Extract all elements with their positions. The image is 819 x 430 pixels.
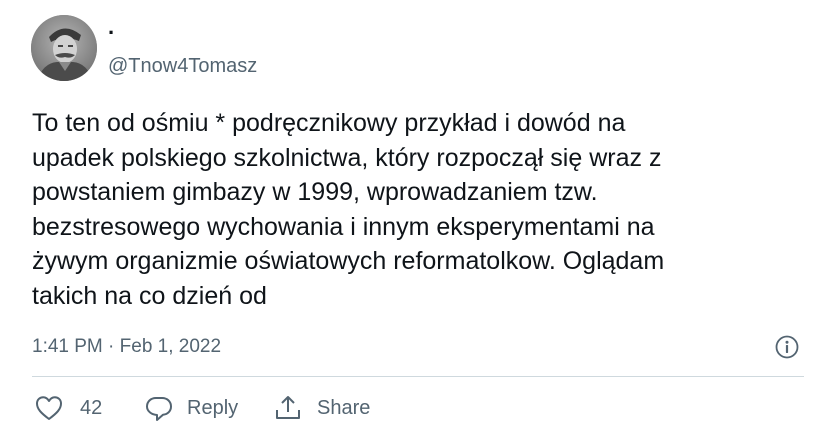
avatar[interactable] xyxy=(31,15,97,81)
share-icon xyxy=(273,394,303,422)
heart-icon xyxy=(34,394,64,422)
share-label: Share xyxy=(317,396,371,419)
tweet-text: To ten od ośmiu * podręcznikowy przykład… xyxy=(32,109,665,310)
like-count: 42 xyxy=(80,396,103,419)
info-icon[interactable] xyxy=(774,334,800,360)
like-button[interactable]: 42 xyxy=(34,392,102,424)
reply-label: Reply xyxy=(187,396,239,419)
share-button[interactable]: Share xyxy=(273,392,370,424)
divider xyxy=(32,376,804,377)
tweet-card: . @Tnow4Tomasz To ten od ośmiu * podręcz… xyxy=(0,0,819,430)
reply-icon xyxy=(144,394,174,422)
avatar-photo xyxy=(31,15,97,81)
tweet-timestamp[interactable]: 1:41 PM · Feb 1, 2022 xyxy=(32,335,221,359)
author-display-name[interactable]: . xyxy=(108,14,114,40)
reply-button[interactable]: Reply xyxy=(144,392,238,424)
author-handle[interactable]: @Tnow4Tomasz xyxy=(108,54,257,78)
